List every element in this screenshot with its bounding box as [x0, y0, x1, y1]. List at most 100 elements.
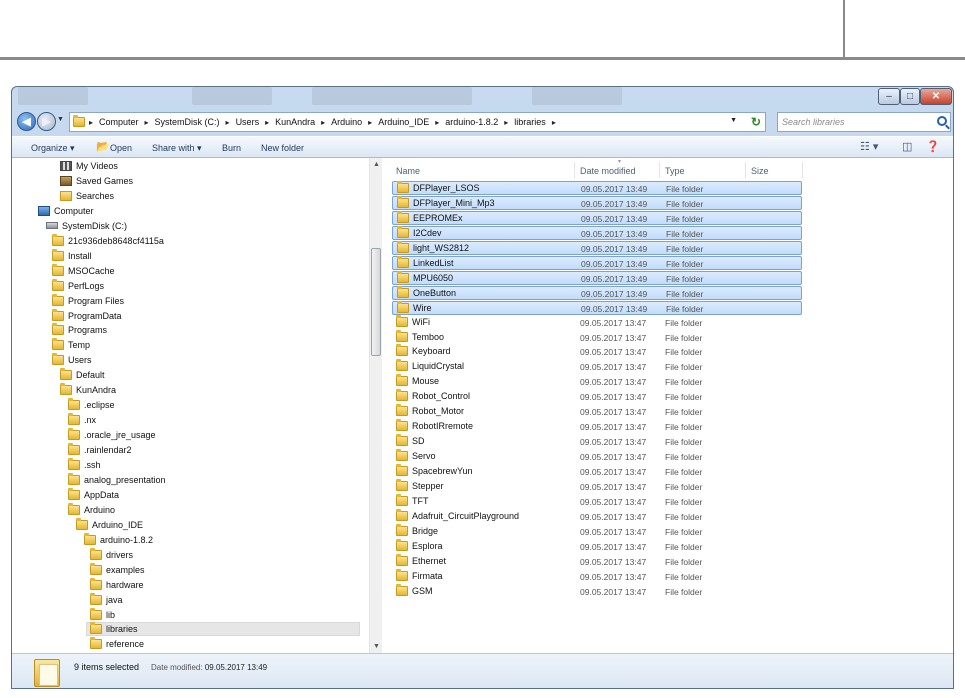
- nav-item[interactable]: .nx: [68, 413, 96, 427]
- column-header-type[interactable]: Type: [665, 166, 685, 176]
- nav-item[interactable]: AppData: [68, 487, 119, 502]
- breadcrumb-item[interactable]: SystemDisk (C:): [155, 117, 220, 127]
- breadcrumb-separator[interactable]: ▸: [368, 118, 372, 127]
- file-row[interactable]: LiquidCrystal 09.05.2017 13:47 File folder: [392, 359, 802, 374]
- refresh-icon[interactable]: ↻: [751, 115, 761, 129]
- file-row[interactable]: TFT 09.05.2017 13:47 File folder: [392, 493, 802, 509]
- nav-item[interactable]: examples: [90, 562, 145, 577]
- column-header-name[interactable]: Name: [396, 166, 420, 176]
- nav-item[interactable]: Default: [60, 368, 105, 382]
- minimize-button[interactable]: –: [878, 88, 900, 105]
- nav-item[interactable]: reference: [90, 637, 144, 651]
- back-button[interactable]: ◀: [17, 112, 36, 131]
- search-icon[interactable]: [937, 116, 947, 126]
- nav-item[interactable]: Users: [52, 353, 92, 367]
- nav-item[interactable]: hardware: [90, 577, 144, 592]
- column-header-size[interactable]: Size: [751, 166, 769, 176]
- nav-item[interactable]: SystemDisk (C:): [46, 219, 127, 233]
- preview-pane-icon[interactable]: ◫: [902, 140, 912, 153]
- file-row[interactable]: OneButton 09.05.2017 13:49 File folder: [392, 285, 802, 300]
- recent-pages-dropdown[interactable]: ▼: [57, 116, 64, 123]
- nav-item[interactable]: Searches: [60, 189, 114, 203]
- breadcrumb-separator[interactable]: ▸: [435, 118, 439, 127]
- address-bar[interactable]: ▸ Computer ▸ SystemDisk (C:) ▸ Users ▸ KunAndr…: [69, 112, 766, 132]
- file-row[interactable]: Mouse 09.05.2017 13:47 File folder: [392, 374, 802, 389]
- nav-item[interactable]: Program Files: [52, 293, 124, 308]
- breadcrumb-separator[interactable]: ▸: [226, 118, 230, 127]
- file-row[interactable]: LinkedList 09.05.2017 13:49 File folder: [392, 255, 802, 270]
- file-row[interactable]: Firmata 09.05.2017 13:47 File folder: [392, 568, 802, 584]
- view-options-icon[interactable]: ☷ ▾: [860, 140, 878, 153]
- breadcrumb-item[interactable]: arduino-1.8.2: [445, 117, 498, 127]
- breadcrumb-item[interactable]: Users: [236, 117, 260, 127]
- breadcrumb-item[interactable]: Computer: [99, 117, 139, 127]
- nav-item[interactable]: MSOCache: [52, 263, 115, 278]
- file-row[interactable]: Keyboard 09.05.2017 13:47 File folder: [392, 344, 802, 359]
- scroll-down-icon[interactable]: ▼: [373, 643, 380, 650]
- nav-item[interactable]: Saved Games: [60, 174, 133, 188]
- nav-item[interactable]: Install: [52, 248, 92, 263]
- file-row[interactable]: Esplora 09.05.2017 13:47 File folder: [392, 538, 802, 554]
- help-icon[interactable]: ❓: [926, 140, 940, 153]
- nav-item[interactable]: ProgramData: [52, 308, 122, 323]
- file-row[interactable]: Robot_Motor 09.05.2017 13:47 File folder: [392, 404, 802, 419]
- nav-item[interactable]: PerfLogs: [52, 278, 104, 293]
- search-input[interactable]: Search libraries: [782, 117, 845, 127]
- file-row[interactable]: Robot_Control 09.05.2017 13:47 File folder: [392, 389, 802, 404]
- breadcrumb-separator[interactable]: ▸: [89, 118, 93, 127]
- nav-item[interactable]: Programs: [52, 323, 107, 337]
- file-row[interactable]: Ethernet 09.05.2017 13:47 File folder: [392, 553, 802, 569]
- file-row[interactable]: Servo 09.05.2017 13:47 File folder: [392, 449, 802, 464]
- file-row[interactable]: Stepper 09.05.2017 13:47 File folder: [392, 479, 802, 494]
- breadcrumb-separator[interactable]: ▸: [145, 118, 149, 127]
- nav-item[interactable]: .ssh: [68, 458, 101, 472]
- nav-item[interactable]: .eclipse: [68, 398, 115, 412]
- nav-item[interactable]: java: [90, 592, 123, 607]
- organize-button[interactable]: Organize ▾: [31, 143, 75, 154]
- file-row[interactable]: SD 09.05.2017 13:47 File folder: [392, 434, 802, 449]
- maximize-button[interactable]: □: [900, 88, 920, 105]
- file-row[interactable]: DFPlayer_LSOS 09.05.2017 13:49 File folder: [392, 181, 802, 195]
- column-divider[interactable]: [574, 162, 575, 178]
- open-button[interactable]: Open: [110, 143, 132, 153]
- file-row[interactable]: Temboo 09.05.2017 13:47 File folder: [392, 329, 802, 345]
- file-row[interactable]: MPU6050 09.05.2017 13:49 File folder: [392, 270, 802, 285]
- nav-item[interactable]: .oracle_jre_usage: [68, 428, 156, 442]
- nav-item[interactable]: arduino-1.8.2: [84, 532, 153, 547]
- breadcrumb-item[interactable]: KunAndra: [275, 117, 315, 127]
- nav-item[interactable]: analog_presentation: [68, 472, 166, 487]
- file-row[interactable]: I2Cdev 09.05.2017 13:49 File folder: [392, 225, 802, 240]
- nav-item[interactable]: My Videos: [60, 159, 118, 173]
- address-dropdown-icon[interactable]: ▼: [730, 117, 737, 124]
- new-folder-button[interactable]: New folder: [261, 143, 304, 153]
- forward-button[interactable]: ▶: [37, 112, 56, 131]
- file-row[interactable]: EEPROMEx 09.05.2017 13:49 File folder: [392, 210, 802, 225]
- breadcrumb-separator[interactable]: ▸: [552, 118, 556, 127]
- column-header-date-modified[interactable]: Date modified: [580, 166, 636, 176]
- file-row[interactable]: RobotIRremote 09.05.2017 13:47 File folder: [392, 419, 802, 434]
- breadcrumb-separator[interactable]: ▸: [504, 118, 508, 127]
- file-row[interactable]: GSM 09.05.2017 13:47 File folder: [392, 583, 802, 599]
- nav-item[interactable]: Arduino_IDE: [76, 517, 143, 532]
- column-divider[interactable]: [659, 162, 660, 178]
- close-button[interactable]: ✕: [920, 88, 952, 105]
- share-with-button[interactable]: Share with ▾: [152, 143, 202, 154]
- breadcrumb-separator[interactable]: ▸: [321, 118, 325, 127]
- nav-item[interactable]: KunAndra: [60, 383, 116, 397]
- navigation-pane-scrollbar[interactable]: ▲ ▼: [369, 158, 382, 653]
- column-divider[interactable]: [745, 162, 746, 178]
- column-divider[interactable]: [802, 162, 803, 178]
- nav-item[interactable]: .rainlendar2: [68, 443, 132, 457]
- breadcrumb-item[interactable]: Arduino: [331, 117, 362, 127]
- title-bar[interactable]: – □ ✕: [12, 87, 953, 109]
- search-box[interactable]: Search libraries: [777, 112, 951, 132]
- file-row[interactable]: light_WS2812 09.05.2017 13:49 File folder: [392, 240, 802, 255]
- nav-item[interactable]: Temp: [52, 338, 90, 352]
- file-row[interactable]: DFPlayer_Mini_Mp3 09.05.2017 13:49 File fo…: [392, 195, 802, 210]
- scroll-up-icon[interactable]: ▲: [373, 161, 380, 168]
- nav-item[interactable]: libraries: [86, 622, 360, 637]
- nav-item[interactable]: Computer: [38, 204, 94, 218]
- nav-item[interactable]: 21c936deb8648cf4115a: [52, 233, 164, 248]
- file-row[interactable]: Wire 09.05.2017 13:49 File folder: [392, 300, 802, 315]
- breadcrumb-separator[interactable]: ▸: [265, 118, 269, 127]
